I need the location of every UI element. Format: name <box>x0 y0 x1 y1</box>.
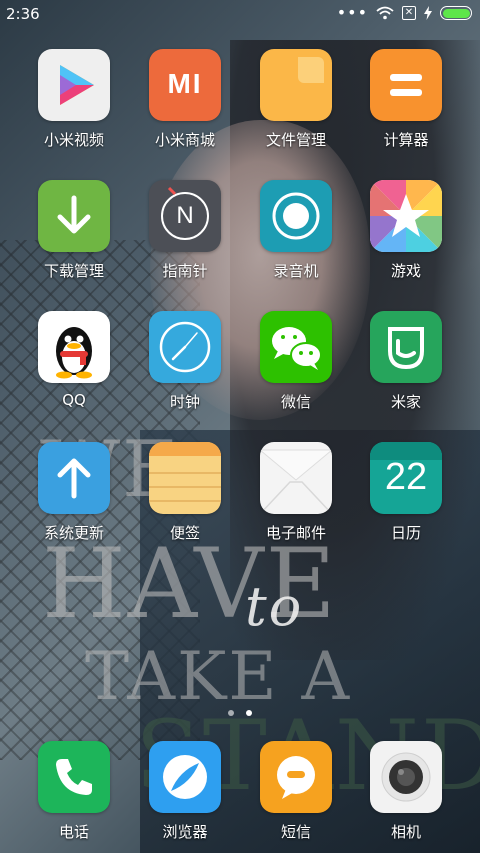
battery-icon <box>440 6 472 20</box>
message-icon <box>260 741 332 813</box>
app-system-update[interactable]: 系统更新 <box>19 442 129 543</box>
status-bar: 2:36 ••• ✕ <box>0 0 480 28</box>
up-arrow-icon <box>38 442 110 514</box>
app-mijia[interactable]: 米家 <box>351 311 461 412</box>
app-email[interactable]: 电子邮件 <box>241 442 351 543</box>
app-calculator[interactable]: 计算器 <box>351 49 461 150</box>
download-arrow-icon <box>38 180 110 252</box>
app-label: 小米商城 <box>154 131 215 149</box>
page-indicator[interactable] <box>0 701 480 720</box>
app-mi-video[interactable]: 小米视频 <box>19 49 129 150</box>
app-label: 电子邮件 <box>265 524 326 542</box>
app-qq[interactable]: QQ <box>19 311 129 409</box>
app-label: 便签 <box>169 524 200 542</box>
page-dot-active[interactable] <box>245 710 252 716</box>
app-notes[interactable]: 便签 <box>130 442 240 543</box>
penguin-icon <box>38 311 110 383</box>
clock-icon <box>149 311 221 383</box>
app-calendar[interactable]: 22 日历 <box>351 442 461 543</box>
app-label: 计算器 <box>383 131 429 149</box>
app-label: 微信 <box>280 393 311 411</box>
compass-n-text: N <box>176 202 194 229</box>
app-label: 时钟 <box>169 393 200 411</box>
notes-icon <box>149 442 221 514</box>
app-downloads[interactable]: 下载管理 <box>19 180 129 281</box>
mi-logo-icon: MI <box>149 49 221 121</box>
app-label: 米家 <box>390 393 421 411</box>
phone-icon <box>38 741 110 813</box>
wechat-icon <box>260 311 332 383</box>
app-label: QQ <box>62 391 86 409</box>
app-label: 文件管理 <box>265 131 326 149</box>
app-label: 小米视频 <box>43 131 104 149</box>
video-play-icon <box>38 49 110 121</box>
equals-icon <box>370 49 442 121</box>
browser-icon <box>149 741 221 813</box>
app-label: 日历 <box>390 524 421 542</box>
more-dots-icon: ••• <box>336 3 368 22</box>
app-label: 游戏 <box>390 262 421 280</box>
wallpaper-text-to: to <box>245 575 304 638</box>
envelope-icon <box>260 442 332 514</box>
app-label: 短信 <box>280 823 311 841</box>
app-label: 电话 <box>58 823 89 841</box>
charging-bolt-icon <box>424 6 432 20</box>
no-sim-icon: ✕ <box>402 6 416 20</box>
wifi-icon <box>376 6 394 20</box>
app-label: 下载管理 <box>43 262 104 280</box>
calendar-icon: 22 <box>370 442 442 514</box>
app-wechat[interactable]: 微信 <box>241 311 351 412</box>
app-compass[interactable]: N 指南针 <box>130 180 240 281</box>
dock-browser[interactable]: 浏览器 <box>130 741 240 842</box>
app-recorder[interactable]: 录音机 <box>241 180 351 281</box>
app-games[interactable]: 游戏 <box>351 180 461 281</box>
app-mi-store[interactable]: MI 小米商城 <box>130 49 240 150</box>
dock-camera[interactable]: 相机 <box>351 741 461 842</box>
app-label: 指南针 <box>162 262 208 280</box>
record-icon <box>260 180 332 252</box>
dock-messages[interactable]: 短信 <box>241 741 351 842</box>
status-time: 2:36 <box>6 5 40 23</box>
page-dot[interactable] <box>228 710 235 716</box>
app-file-manager[interactable]: 文件管理 <box>241 49 351 150</box>
app-label: 系统更新 <box>43 524 104 542</box>
calendar-date-text: 22 <box>384 456 428 498</box>
app-clock[interactable]: 时钟 <box>130 311 240 412</box>
app-label: 浏览器 <box>162 823 208 841</box>
mi-logo-text: MI <box>167 68 203 99</box>
mijia-icon <box>370 311 442 383</box>
camera-icon <box>370 741 442 813</box>
app-label: 相机 <box>390 823 421 841</box>
dock-phone[interactable]: 电话 <box>19 741 129 842</box>
status-icons: ••• ✕ <box>336 3 472 22</box>
star-icon <box>370 180 442 252</box>
compass-icon: N <box>149 180 221 252</box>
folder-icon <box>260 49 332 121</box>
app-label: 录音机 <box>273 262 319 280</box>
